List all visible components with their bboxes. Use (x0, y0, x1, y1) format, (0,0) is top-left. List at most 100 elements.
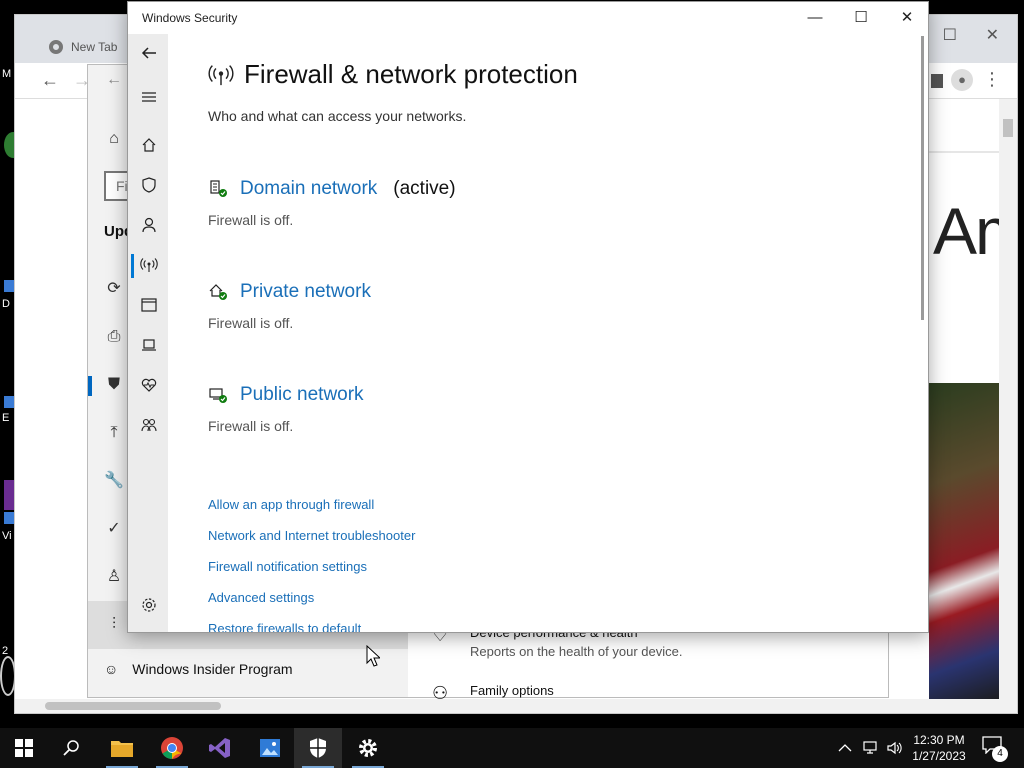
gear-icon (359, 739, 377, 757)
minimize-button[interactable]: — (792, 2, 838, 34)
show-hidden-icons[interactable] (838, 728, 852, 768)
maximize-icon[interactable]: ☐ (943, 25, 957, 45)
backup-icon[interactable]: ⤒ (104, 423, 124, 443)
list-item[interactable]: ⚇ Family options (432, 683, 554, 704)
visual-studio-icon (209, 738, 230, 758)
private-network-icon (208, 281, 230, 303)
device-security-icon[interactable] (138, 336, 160, 358)
public-network-section: Public network Firewall is off. (208, 384, 364, 434)
home-icon[interactable] (138, 136, 160, 158)
volume-tray[interactable] (886, 728, 904, 768)
browser-tab[interactable]: New Tab (33, 31, 133, 63)
notification-count-badge: 4 (992, 746, 1008, 762)
action-center-button[interactable]: 4 (982, 736, 1008, 762)
firewall-antenna-icon (208, 64, 234, 85)
clock-time: 12:30 PM (913, 733, 965, 747)
device-health-icon[interactable] (138, 376, 160, 398)
scroll-thumb[interactable] (921, 36, 924, 320)
back-icon[interactable] (138, 44, 160, 66)
shield-icon[interactable]: ⛊ (104, 375, 124, 395)
troubleshoot-icon[interactable]: 🔧 (104, 471, 124, 491)
firewall-status: Firewall is off. (208, 212, 294, 228)
clock[interactable]: 12:30 PM 1/27/2023 (908, 732, 970, 764)
network-tray[interactable] (862, 728, 880, 768)
close-button[interactable]: ✕ (884, 2, 928, 34)
desktop-app-icon[interactable] (4, 512, 14, 524)
family-options-icon[interactable] (138, 416, 160, 438)
window-title: Windows Security (142, 11, 238, 25)
scroll-thumb[interactable] (45, 702, 221, 710)
developer-icon: ⫶ (111, 616, 116, 633)
shield-icon[interactable] (138, 176, 160, 198)
vertical-scrollbar[interactable] (999, 99, 1017, 707)
item-desc: Reports on the health of your device. (470, 644, 683, 659)
selection-indicator (131, 254, 134, 278)
desktop-label[interactable]: E (2, 412, 9, 424)
close-icon[interactable]: ✕ (986, 25, 999, 45)
desktop-label[interactable]: M (2, 68, 11, 80)
desktop-label[interactable]: D (2, 298, 10, 310)
folder-icon (111, 741, 133, 757)
find-device-icon[interactable]: ♙ (104, 567, 124, 587)
windows-logo-icon (15, 739, 33, 757)
vertical-scrollbar[interactable] (918, 34, 928, 632)
clock-date: 1/27/2023 (912, 749, 966, 763)
domain-network-section: Domain network (active) Firewall is off. (208, 178, 456, 228)
public-network-icon (208, 384, 230, 406)
windows-security-button[interactable] (294, 728, 342, 768)
troubleshooter-link[interactable]: Network and Internet troubleshooter (208, 528, 415, 543)
activation-icon[interactable]: ✓ (104, 519, 124, 539)
delivery-optimization-icon[interactable]: ⎙ (104, 327, 124, 347)
scroll-thumb[interactable] (1003, 119, 1013, 137)
shield-icon (310, 738, 326, 758)
mouse-cursor-icon (366, 645, 380, 667)
menu-kebab-icon[interactable]: ⋮ (983, 69, 1001, 90)
chrome-button[interactable] (148, 728, 196, 768)
domain-network-icon (208, 178, 230, 200)
desktop-app-icon[interactable] (4, 280, 14, 292)
search-button[interactable] (48, 728, 96, 768)
start-button[interactable] (0, 728, 48, 768)
page-subtitle: Who and what can access your networks. (208, 108, 467, 124)
settings-button[interactable] (344, 728, 392, 768)
notification-settings-link[interactable]: Firewall notification settings (208, 559, 367, 574)
settings-gear-icon[interactable] (138, 596, 160, 618)
back-icon[interactable]: ← (41, 70, 59, 91)
firewall-status: Firewall is off. (208, 315, 294, 331)
insider-label: Windows Insider Program (132, 661, 293, 677)
extension-icon[interactable] (931, 74, 943, 88)
chrome-logo-icon (161, 737, 183, 759)
network-icon (863, 741, 877, 754)
desktop-label[interactable]: Vi (2, 530, 12, 542)
public-network-link[interactable]: Public network (240, 384, 364, 406)
back-icon[interactable]: ← (106, 71, 122, 89)
account-icon[interactable] (138, 216, 160, 238)
restore-defaults-link[interactable]: Restore firewalls to default (208, 621, 361, 632)
home-icon[interactable]: ⌂ (104, 129, 124, 149)
selection-indicator (88, 376, 92, 396)
maximize-button[interactable]: ☐ (838, 2, 884, 34)
firewall-antenna-icon[interactable] (138, 256, 160, 278)
app-browser-control-icon[interactable] (138, 296, 160, 318)
photos-icon (260, 739, 280, 757)
hero-text: Am (933, 194, 1001, 268)
sidebar-item-insider[interactable]: ☺ Windows Insider Program (104, 661, 293, 677)
private-network-link[interactable]: Private network (240, 281, 371, 303)
title-bar[interactable]: Windows Security — ☐ ✕ (128, 2, 928, 34)
desktop-app-icon[interactable] (4, 396, 14, 408)
photos-button[interactable] (246, 728, 294, 768)
desktop-app-icon[interactable] (4, 480, 14, 510)
hamburger-menu-icon[interactable] (138, 88, 160, 110)
navigation-rail (128, 34, 168, 632)
allow-app-link[interactable]: Allow an app through firewall (208, 497, 374, 512)
domain-network-link[interactable]: Domain network (240, 178, 377, 200)
visual-studio-button[interactable] (196, 728, 244, 768)
hero-banner: Am (929, 151, 1001, 351)
file-explorer-button[interactable] (98, 728, 146, 768)
profile-icon[interactable]: ● (951, 69, 973, 91)
sync-icon[interactable]: ⟳ (104, 279, 124, 299)
flag-image (929, 383, 1001, 701)
private-network-section: Private network Firewall is off. (208, 281, 371, 331)
active-label: (active) (393, 178, 456, 199)
advanced-settings-link[interactable]: Advanced settings (208, 590, 314, 605)
